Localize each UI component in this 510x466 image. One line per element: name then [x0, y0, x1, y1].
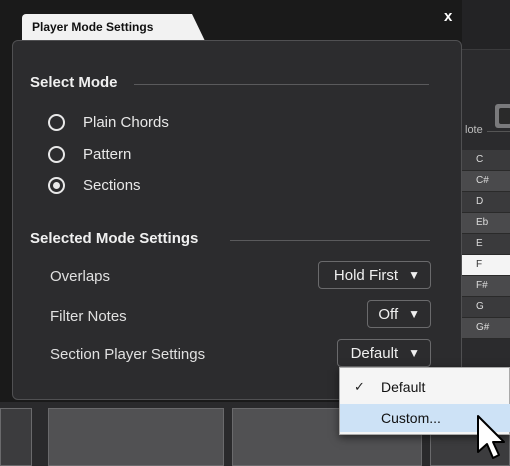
radio-button-checked-icon[interactable] — [48, 177, 65, 194]
radio-sections[interactable]: Sections — [48, 177, 141, 194]
note-key-list: C C# D Eb E F F# G G# — [462, 150, 510, 339]
selected-mode-settings-heading: Selected Mode Settings — [30, 230, 431, 247]
radio-label: Pattern — [83, 146, 132, 163]
mouse-pointer-icon — [477, 415, 505, 459]
note-key[interactable]: C — [462, 150, 510, 171]
section-player-settings-label: Section Player Settings — [50, 346, 206, 363]
radio-button-icon[interactable] — [48, 146, 65, 163]
menu-item-default[interactable]: ✓ Default — [340, 373, 510, 401]
close-icon[interactable]: x — [444, 8, 452, 25]
radio-button-icon[interactable] — [48, 114, 65, 131]
note-key[interactable]: Eb — [462, 213, 510, 234]
background-pane — [48, 408, 224, 466]
note-column-header: lote — [465, 124, 510, 136]
note-key[interactable]: G# — [462, 318, 510, 339]
menu-item-label: Custom... — [381, 410, 441, 426]
radio-pattern[interactable]: Pattern — [48, 146, 131, 163]
note-key[interactable]: F# — [462, 276, 510, 297]
select-mode-heading: Select Mode — [30, 74, 427, 91]
dropdown-value: Off — [378, 305, 399, 323]
radio-label: Sections — [83, 177, 141, 194]
dialog-title-tab: Player Mode Settings — [22, 14, 205, 41]
triangle-down-icon: ▼ — [408, 268, 420, 282]
note-key[interactable]: G — [462, 297, 510, 318]
overlaps-dropdown[interactable]: Hold First ▼ — [318, 261, 431, 289]
filter-notes-dropdown[interactable]: Off ▼ — [367, 300, 431, 328]
note-key[interactable]: D — [462, 192, 510, 213]
overlaps-label: Overlaps — [50, 268, 111, 285]
dropdown-value: Hold First — [333, 266, 399, 284]
section-player-settings-dropdown[interactable]: Default ▼ — [337, 339, 431, 367]
background-button[interactable] — [495, 104, 510, 128]
dropdown-value: Default — [350, 344, 399, 362]
triangle-down-icon: ▼ — [408, 346, 420, 360]
menu-item-label: Default — [381, 379, 426, 395]
triangle-down-icon: ▼ — [408, 307, 420, 321]
note-key[interactable]: C# — [462, 171, 510, 192]
radio-label: Plain Chords — [83, 114, 169, 131]
radio-plain-chords[interactable]: Plain Chords — [48, 114, 169, 131]
checkmark-icon: ✓ — [354, 379, 365, 394]
player-mode-settings-dialog: Player Mode Settings x Select Mode Plain… — [0, 0, 462, 402]
note-key[interactable]: E — [462, 234, 510, 255]
background-toolbar — [462, 0, 510, 50]
background-pane — [0, 408, 32, 466]
filter-notes-label: Filter Notes — [50, 308, 127, 325]
note-key[interactable]: F — [462, 255, 510, 276]
